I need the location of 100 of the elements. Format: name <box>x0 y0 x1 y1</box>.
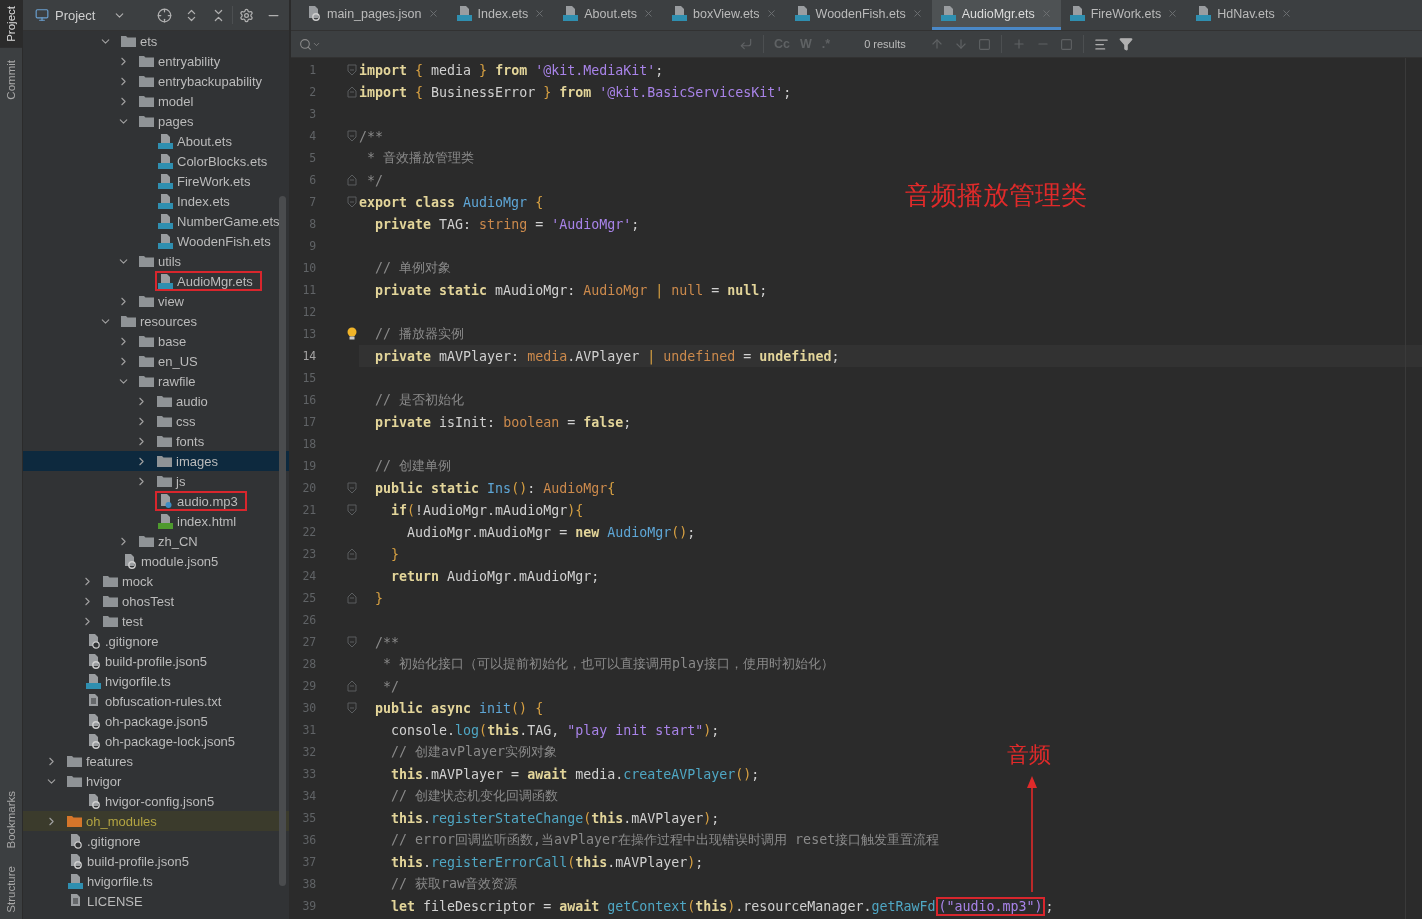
code-file-icon <box>158 133 173 149</box>
close-icon[interactable] <box>765 8 777 19</box>
code-line: this.mAVPlayer = await media.createAVPlayer(); <box>390 766 760 782</box>
tree-item[interactable]: js <box>23 471 289 491</box>
fold-end-icon[interactable] <box>347 680 357 692</box>
tree-item[interactable]: hvigorfile.ts <box>23 671 289 691</box>
code-line: private TAG: string = 'AudioMgr'; <box>374 216 640 232</box>
tree-item[interactable]: AudioMgr.ets <box>23 271 289 291</box>
tree-item[interactable]: ColorBlocks.ets <box>23 151 289 171</box>
tree-item[interactable]: features <box>23 751 289 771</box>
fold-end-icon[interactable] <box>347 592 357 604</box>
tree-item[interactable]: utils <box>23 251 289 271</box>
close-icon[interactable] <box>1280 8 1292 19</box>
lightbulb-icon[interactable] <box>347 327 357 341</box>
tree-item[interactable]: ohosTest <box>23 591 289 611</box>
editor-tab[interactable]: About.ets <box>554 0 664 30</box>
close-icon[interactable] <box>643 8 655 19</box>
tree-item[interactable]: index.html <box>23 511 289 531</box>
editor-tab[interactable]: HdNav.ets <box>1187 0 1301 30</box>
tree-item[interactable]: hvigor <box>23 771 289 791</box>
toggle-icon[interactable] <box>1059 37 1073 51</box>
folder-icon <box>121 315 136 327</box>
fold-end-icon[interactable] <box>347 86 357 98</box>
code-line: } <box>374 590 384 606</box>
tree-item[interactable]: hvigorfile.ts <box>23 871 289 891</box>
tree-item[interactable]: images <box>23 451 289 471</box>
editor-tab[interactable]: FireWork.ets <box>1060 0 1188 30</box>
tree-item[interactable]: base <box>23 331 289 351</box>
tree-item[interactable]: fonts <box>23 431 289 451</box>
tree-item[interactable]: NumberGame.ets <box>23 211 289 231</box>
tree-item[interactable]: pages <box>23 111 289 131</box>
tree-item[interactable]: oh-package-lock.json5 <box>23 731 289 751</box>
fold-start-icon[interactable] <box>347 504 357 516</box>
tree-item[interactable]: hvigor-config.json5 <box>23 791 289 811</box>
fold-end-icon[interactable] <box>347 174 357 186</box>
folder-icon <box>103 615 118 627</box>
fold-start-icon[interactable] <box>347 636 357 648</box>
tree-item[interactable]: audio.mp3 <box>23 491 289 511</box>
fold-end-icon[interactable] <box>347 548 357 560</box>
editor-tab[interactable]: WoodenFish.ets <box>785 0 932 30</box>
tool-window-tab[interactable]: Commit <box>0 53 22 106</box>
close-icon[interactable] <box>534 8 546 19</box>
tree-item[interactable]: Index.ets <box>23 191 289 211</box>
tree-item[interactable]: oh-package.json5 <box>23 711 289 731</box>
tree-item[interactable]: rawfile <box>23 371 289 391</box>
folder-icon <box>139 335 154 347</box>
code-line: let fileDescriptor = await getContext(this).resourceManager.getRawFd ("audio.mp3") ; <box>390 898 1054 914</box>
tree-item[interactable]: build-profile.json5 <box>23 651 289 671</box>
tree-item[interactable]: ets <box>23 31 289 51</box>
tree-item[interactable]: LICENSE <box>23 891 289 911</box>
close-icon[interactable] <box>1167 8 1179 19</box>
panel-title[interactable]: Project <box>55 7 96 23</box>
tree-item[interactable]: css <box>23 411 289 431</box>
tree-item[interactable]: model <box>23 91 289 111</box>
line-number: 20 <box>301 481 317 495</box>
editor-tab[interactable]: main_pages.json <box>297 0 448 30</box>
fold-start-icon[interactable] <box>347 482 357 494</box>
tree-item[interactable]: resources <box>23 311 289 331</box>
tree-item[interactable]: build-profile.json5 <box>23 851 289 871</box>
tree-item[interactable]: obfuscation-rules.txt <box>23 691 289 711</box>
tool-window-tab[interactable]: Structure <box>0 860 22 919</box>
editor-tab[interactable]: AudioMgr.ets <box>931 0 1061 30</box>
line-number: 17 <box>301 415 317 429</box>
tree-item[interactable]: module.json5 <box>23 551 289 571</box>
tree-item[interactable]: audio <box>23 391 289 411</box>
code-file-icon <box>158 233 173 249</box>
filter-icon[interactable] <box>1118 37 1133 51</box>
settings-icon[interactable] <box>239 7 254 23</box>
code-file-icon <box>672 6 688 21</box>
fold-start-icon[interactable] <box>347 130 357 142</box>
close-icon[interactable] <box>427 8 439 19</box>
scrollbar[interactable] <box>279 196 286 886</box>
tree-item[interactable]: entrybackupability <box>23 71 289 91</box>
code-file-icon <box>794 6 810 21</box>
search-icon[interactable] <box>299 37 312 51</box>
tree-item[interactable]: zh_CN <box>23 531 289 551</box>
locate-icon[interactable] <box>157 7 172 23</box>
close-icon[interactable] <box>911 8 923 19</box>
fold-start-icon[interactable] <box>347 64 357 76</box>
text-file-icon <box>86 693 101 709</box>
tree-item[interactable]: entryability <box>23 51 289 71</box>
tree-item[interactable]: test <box>23 611 289 631</box>
editor-tab[interactable]: boxView.ets <box>663 0 786 30</box>
tool-window-tab[interactable]: Bookmarks <box>0 784 22 855</box>
tree-item[interactable]: view <box>23 291 289 311</box>
tree-item[interactable]: FireWork.ets <box>23 171 289 191</box>
tool-window-tab[interactable]: Project <box>0 0 22 48</box>
tree-item[interactable]: About.ets <box>23 131 289 151</box>
list-icon[interactable] <box>1093 36 1109 52</box>
tree-item[interactable]: WoodenFish.ets <box>23 231 289 251</box>
tree-item[interactable]: en_US <box>23 351 289 371</box>
tree-item[interactable]: oh_modules <box>23 811 289 831</box>
line-number: 9 <box>308 239 317 253</box>
tree-item[interactable]: .gitignore <box>23 631 289 651</box>
editor-tab[interactable]: Index.ets <box>447 0 555 30</box>
code-line: AudioMgr.mAudioMgr = new AudioMgr(); <box>406 524 696 540</box>
tree-item[interactable]: .gitignore <box>23 831 289 851</box>
fold-start-icon[interactable] <box>347 702 357 714</box>
tree-item[interactable]: mock <box>23 571 289 591</box>
fold-start-icon[interactable] <box>347 196 357 208</box>
